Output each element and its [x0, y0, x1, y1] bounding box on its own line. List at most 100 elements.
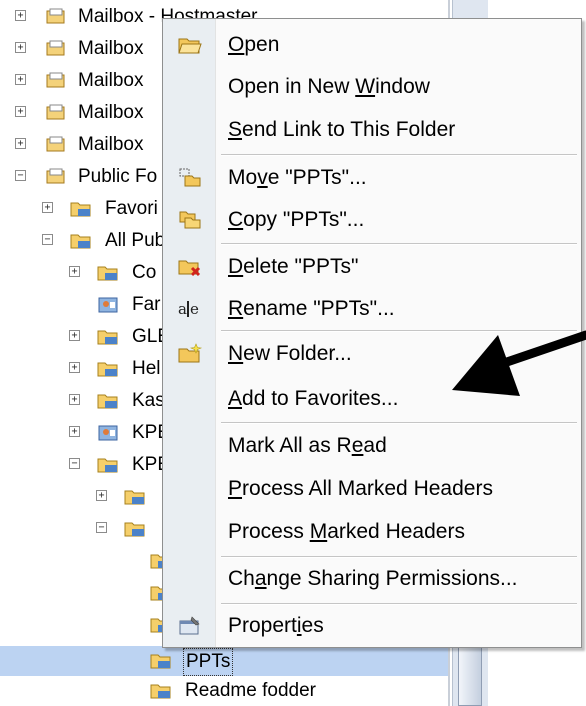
tree-item-label: Public Fo: [78, 166, 158, 187]
menu-item-mark-all-as-read[interactable]: Mark All as Read: [165, 426, 579, 466]
rename-icon: ae: [178, 300, 199, 318]
menu-item-process-marked-headers[interactable]: Process Marked Headers: [165, 512, 579, 552]
copy-folder-icon: [179, 211, 201, 229]
menu-item-process-all-marked-headers[interactable]: Process All Marked Headers: [165, 469, 579, 509]
menu-item-move[interactable]: Move "PPTs"...: [165, 158, 579, 198]
new-folder-icon: [178, 343, 203, 363]
expand-icon[interactable]: +: [15, 138, 26, 149]
accelerator-key: P: [228, 477, 243, 500]
mailbox-icon: [46, 72, 65, 88]
collapse-icon[interactable]: −: [42, 234, 53, 245]
menu-item-change-sharing-permissions[interactable]: Change Sharing Permissions...: [165, 559, 579, 599]
tree-item-readme-fodder[interactable]: Readme fodder: [0, 676, 448, 706]
tree-item-label: Mailbox: [78, 38, 144, 59]
public-folder-icon: [70, 234, 91, 249]
menu-item-label: Rename "PPTs"...: [228, 297, 395, 320]
menu-item-label: Send Link to This Folder: [228, 118, 456, 141]
expand-icon[interactable]: +: [15, 10, 26, 21]
menu-item-label: Copy "PPTs"...: [228, 208, 365, 231]
public-folder-icon: [124, 490, 145, 505]
expand-icon[interactable]: +: [96, 490, 107, 501]
accelerator-key: W: [355, 75, 376, 98]
tree-item-label: Mailbox: [78, 102, 144, 123]
menu-item-label: Open: [228, 33, 280, 56]
mailbox-icon: [46, 168, 65, 184]
public-folder-icon: [97, 266, 118, 281]
tree-item-label: Hel: [132, 358, 161, 379]
expand-icon[interactable]: +: [15, 42, 26, 53]
accelerator-key: a: [254, 567, 267, 590]
accelerator-key: v: [257, 166, 268, 189]
menu-separator: [221, 422, 577, 424]
expand-icon[interactable]: +: [69, 394, 80, 405]
menu-separator: [221, 243, 577, 245]
accelerator-key: i: [296, 614, 302, 637]
expand-icon[interactable]: +: [69, 266, 80, 277]
contacts-folder-icon: [98, 297, 118, 313]
accelerator-key: M: [309, 520, 328, 543]
expand-icon[interactable]: +: [15, 74, 26, 85]
accelerator-key: A: [228, 387, 243, 410]
collapse-icon[interactable]: −: [15, 170, 26, 181]
mailbox-icon: [46, 8, 65, 24]
accelerator-key: R: [228, 297, 244, 320]
accelerator-key: D: [228, 255, 244, 278]
menu-item-label: Process All Marked Headers: [228, 477, 493, 500]
tree-item-ppts[interactable]: PPTs: [0, 646, 448, 676]
menu-item-label: Properties: [228, 614, 324, 637]
tree-item-label: Favori: [105, 198, 158, 219]
tree-item-label: Co: [132, 262, 157, 283]
public-folder-icon: [97, 362, 118, 377]
accelerator-key: O: [228, 33, 245, 56]
menu-item-label: Delete "PPTs": [228, 255, 359, 278]
menu-item-delete[interactable]: Delete "PPTs": [165, 247, 579, 287]
public-folder-icon: [70, 202, 91, 217]
mailbox-icon: [46, 136, 65, 152]
properties-icon: [179, 616, 200, 635]
public-folder-icon: [97, 458, 118, 473]
expand-icon[interactable]: +: [69, 362, 80, 373]
svg-text:e: e: [190, 300, 199, 318]
accelerator-key: e: [351, 434, 364, 457]
menu-item-label: Change Sharing Permissions...: [228, 567, 518, 590]
menu-item-open[interactable]: Open: [165, 25, 579, 65]
menu-item-new-folder[interactable]: New Folder...: [165, 334, 579, 374]
expand-icon[interactable]: +: [69, 330, 80, 341]
menu-item-properties[interactable]: Properties: [165, 606, 579, 646]
menu-separator: [221, 603, 577, 605]
expand-icon[interactable]: +: [42, 202, 53, 213]
menu-item-label: Move "PPTs"...: [228, 166, 367, 189]
tree-item-label: Mailbox: [78, 70, 144, 91]
tree-item-label: All Pub: [105, 230, 166, 251]
collapse-icon[interactable]: −: [96, 522, 107, 533]
contacts-folder-icon: [98, 425, 118, 441]
tree-item-label: Mailbox: [78, 134, 144, 155]
public-folder-icon: [97, 330, 118, 345]
menu-item-label: Open in New Window: [228, 75, 430, 98]
collapse-icon[interactable]: −: [69, 458, 80, 469]
move-folder-icon: [179, 168, 201, 187]
menu-separator: [221, 154, 577, 156]
menu-item-rename[interactable]: ae Rename "PPTs"...: [165, 289, 579, 329]
menu-item-open-in-new-window[interactable]: Open in New Window: [165, 67, 579, 107]
accelerator-key: C: [228, 208, 244, 231]
menu-separator: [221, 330, 577, 332]
public-folder-icon: [97, 394, 118, 409]
scrollbar-thumb[interactable]: [458, 640, 482, 706]
mailbox-icon: [46, 104, 65, 120]
open-folder-icon: [178, 38, 202, 54]
menu-item-copy[interactable]: Copy "PPTs"...: [165, 200, 579, 240]
menu-item-send-link[interactable]: Send Link to This Folder: [165, 110, 579, 150]
context-menu: Open Open in New Window Send Link to Thi…: [162, 18, 582, 648]
svg-text:a: a: [178, 300, 187, 318]
public-folder-icon: [124, 522, 145, 537]
expand-icon[interactable]: +: [69, 426, 80, 437]
tree-item-label: Far: [132, 294, 161, 315]
menu-item-label: New Folder...: [228, 342, 352, 365]
tree-item-label: Kas: [132, 390, 165, 411]
menu-item-add-to-favorites[interactable]: Add to Favorites...: [165, 379, 579, 419]
expand-icon[interactable]: +: [15, 106, 26, 117]
menu-item-label: Add to Favorites...: [228, 387, 399, 410]
menu-item-label: Process Marked Headers: [228, 520, 465, 543]
accelerator-key: S: [228, 118, 243, 141]
